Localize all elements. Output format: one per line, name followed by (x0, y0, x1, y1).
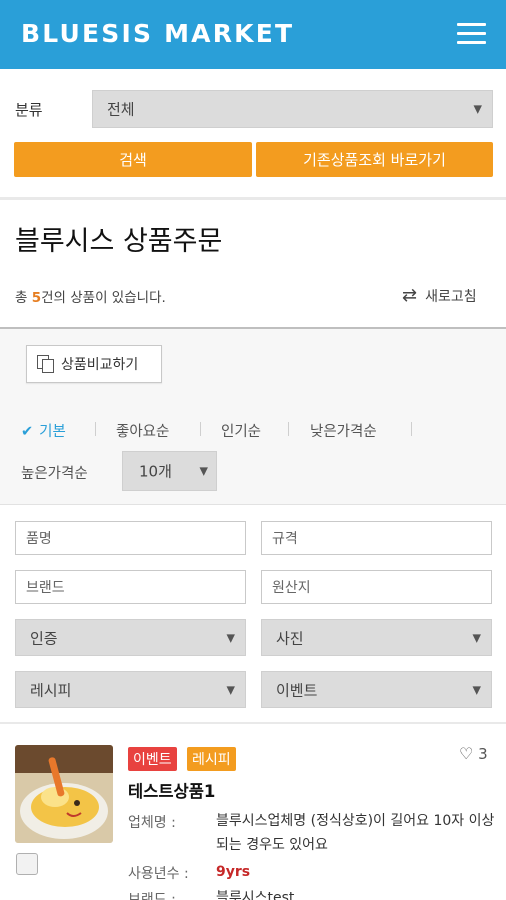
cert-value: 인증 (30, 629, 58, 647)
brand-label: 브랜드 : (128, 892, 176, 900)
cert-select[interactable]: 인증 ▼ (15, 619, 246, 656)
category-label: 분류 (15, 101, 43, 119)
copy-icon (37, 355, 55, 373)
sort-separator (95, 422, 96, 436)
product-select-checkbox[interactable] (16, 853, 38, 875)
category-select[interactable]: 전체 ▼ (92, 90, 493, 128)
sort-default-label: 기본 (39, 424, 66, 440)
chevron-down-icon: ▼ (472, 683, 481, 696)
like-button[interactable]: ♡ 3 (459, 744, 488, 763)
product-photo-icon (15, 745, 113, 843)
page-title: 블루시스 상품주문 (15, 226, 223, 257)
years-value: 9yrs (216, 864, 251, 880)
page-size-select[interactable]: 10개 ▼ (122, 451, 217, 491)
chevron-down-icon: ▼ (473, 102, 482, 116)
company-value: 블루시스업체명 (정식상호)이 길어요 10자 이상 되는 경우도 있어요 (216, 813, 495, 853)
chevron-down-icon: ▼ (226, 683, 235, 696)
heart-icon: ♡ (459, 744, 474, 763)
product-count-text: 총 5건의 상품이 있습니다. (15, 286, 166, 306)
recipe-value: 레시피 (30, 681, 72, 699)
compare-button[interactable]: 상품비교하기 (26, 345, 162, 383)
sort-popular[interactable]: 인기순 (221, 420, 261, 441)
event-value: 이벤트 (276, 681, 318, 699)
chevron-down-icon: ▼ (199, 464, 208, 478)
sort-separator (288, 422, 289, 436)
photo-value: 사진 (276, 629, 304, 647)
company-label: 업체명 : (128, 815, 176, 831)
count-suffix: 건의 상품이 있습니다. (41, 290, 166, 306)
sort-low-price[interactable]: 낮은가격순 (310, 420, 377, 441)
hamburger-menu-icon[interactable] (457, 23, 486, 45)
photo-select[interactable]: 사진 ▼ (261, 619, 492, 656)
page-size-value: 10개 (139, 462, 172, 481)
section-divider (0, 722, 506, 724)
refresh-button[interactable]: ⇄ 새로고침 (402, 285, 477, 306)
sort-separator (411, 422, 412, 436)
search-button[interactable]: 검색 (14, 142, 252, 177)
years-label: 사용년수 : (128, 866, 189, 882)
app-logo[interactable]: BLUESIS MARKET (21, 19, 294, 48)
refresh-label: 새로고침 (425, 288, 477, 305)
sort-likes[interactable]: 좋아요순 (116, 420, 169, 441)
sort-high-price[interactable]: 높은가격순 (21, 462, 88, 483)
compare-label: 상품비교하기 (61, 357, 139, 373)
recipe-badge: 레시피 (187, 747, 236, 771)
origin-field[interactable]: 원산지 (261, 570, 492, 604)
sort-default[interactable]: ✔ 기본 (21, 420, 66, 441)
product-image[interactable] (15, 745, 113, 843)
chevron-down-icon: ▼ (472, 631, 481, 644)
existing-products-button[interactable]: 기존상품조회 바로가기 (256, 142, 493, 177)
spec-field[interactable]: 규격 (261, 521, 492, 555)
refresh-icon: ⇄ (402, 285, 418, 306)
brand-field[interactable]: 브랜드 (15, 570, 246, 604)
product-count: 5 (31, 290, 42, 306)
category-select-value: 전체 (107, 100, 135, 119)
product-name[interactable]: 테스트상품1 (128, 778, 215, 802)
event-select[interactable]: 이벤트 ▼ (261, 671, 492, 708)
count-prefix: 총 (15, 290, 32, 306)
event-badge: 이벤트 (128, 747, 177, 771)
brand-value: 블루시스test (216, 890, 295, 900)
like-count: 3 (478, 745, 488, 763)
recipe-select[interactable]: 레시피 ▼ (15, 671, 246, 708)
product-name-field[interactable]: 품명 (15, 521, 246, 555)
check-icon: ✔ (21, 424, 34, 440)
section-divider (0, 197, 506, 200)
chevron-down-icon: ▼ (226, 631, 235, 644)
app-header: BLUESIS MARKET (0, 0, 506, 69)
sort-separator (200, 422, 201, 436)
